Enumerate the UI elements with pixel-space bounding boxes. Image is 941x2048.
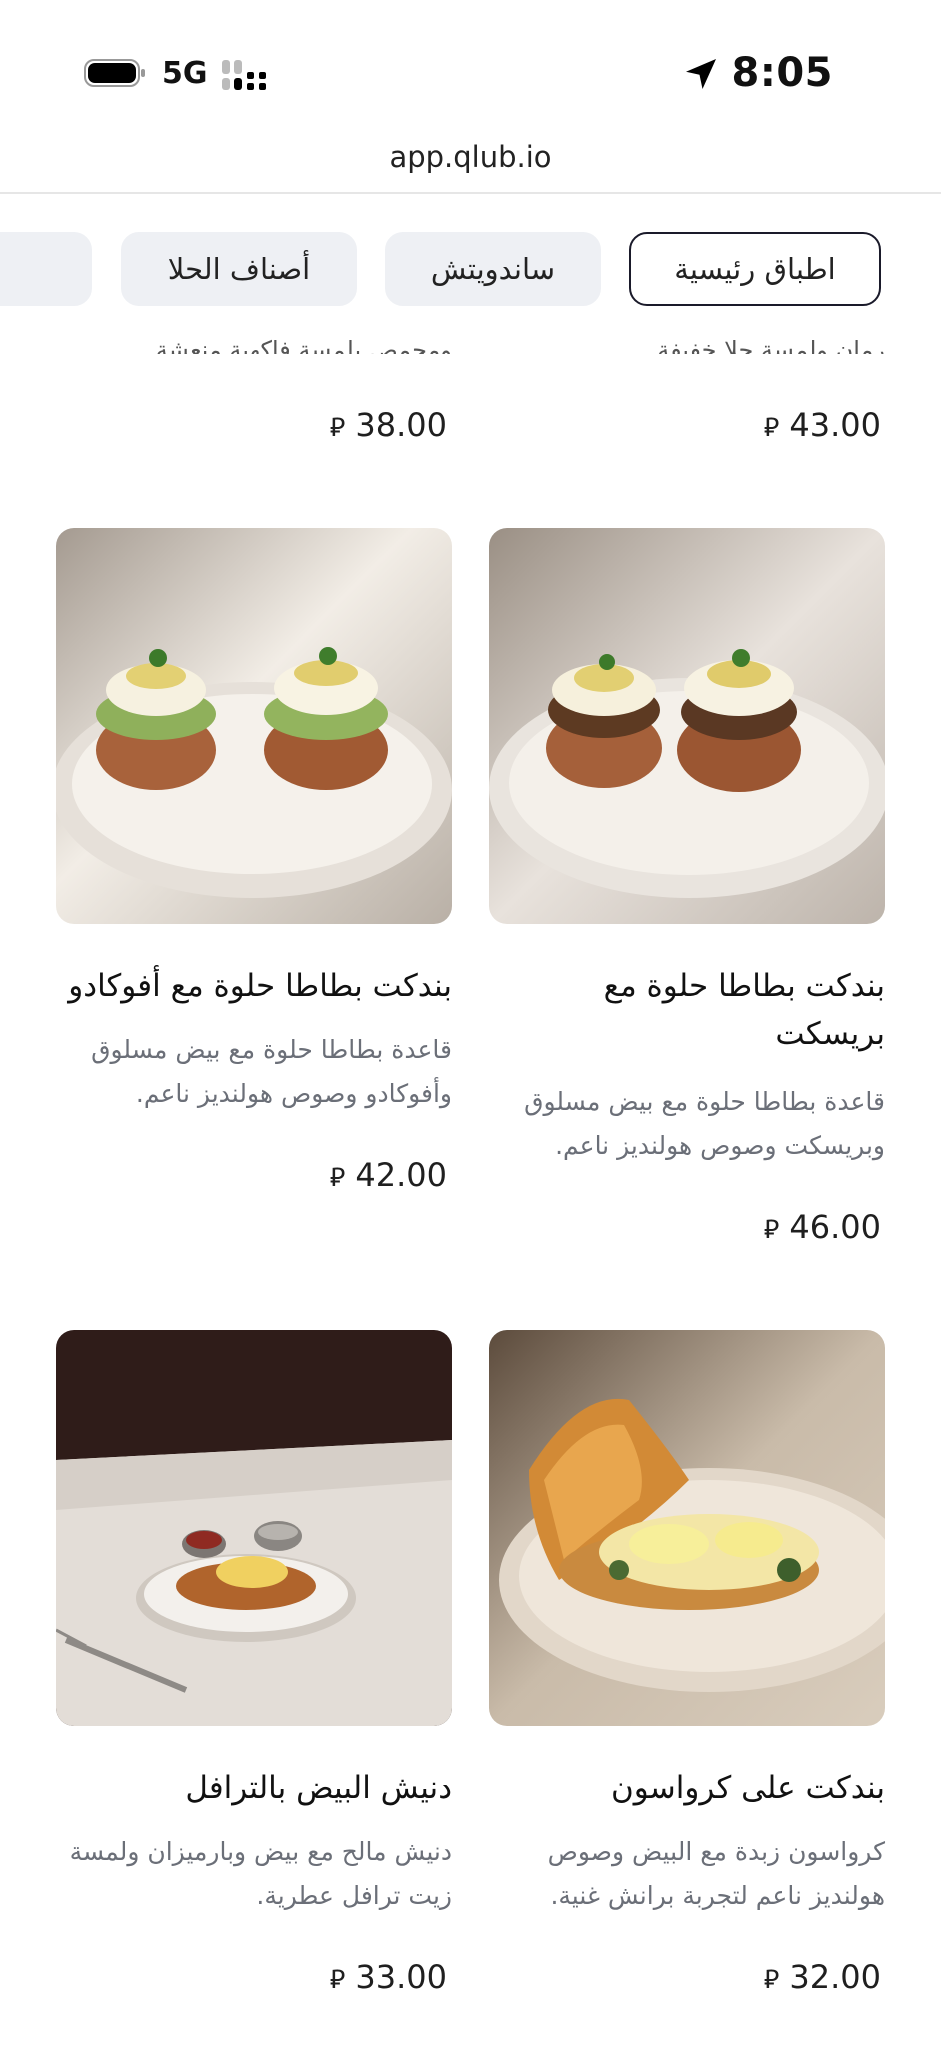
price-value: 46.00 [789, 1208, 881, 1246]
price-value: 42.00 [355, 1156, 447, 1194]
price-value: 38.00 [355, 406, 447, 444]
riyal-icon: ⃁ [763, 1965, 780, 1995]
item-description-partial: ومحمص بلمسة فاكهية منعشة. [148, 336, 452, 354]
battery-icon [84, 59, 145, 87]
riyal-icon: ⃁ [329, 413, 346, 443]
network-type: 5G [162, 56, 208, 91]
price-value: 33.00 [355, 1958, 447, 1996]
item-description: كرواسون زبدة مع البيض وصوص هولنديز ناعم … [547, 1837, 885, 1910]
tab-sandwiches[interactable]: ساندويتش [385, 232, 601, 306]
price-value: 43.00 [789, 406, 881, 444]
clock: 8:05 [731, 50, 833, 96]
item-title: بندكت بطاطا حلوة مع أفوكادو [68, 968, 452, 1004]
brisket-benedict-photo [489, 528, 885, 924]
item-title: دنيش البيض بالترافل [185, 1770, 452, 1806]
category-tabs: أصناف الحلا ساندويتش اطباق رئيسية [0, 232, 941, 308]
item-description: دنيش مالح مع بيض وبارميزان ولمسة زيت ترا… [69, 1837, 452, 1910]
tab-partial[interactable] [0, 232, 92, 306]
riyal-icon: ⃁ [763, 413, 780, 443]
item-image[interactable] [56, 1330, 452, 1726]
item-price: 32.00 ⃁ [758, 1958, 881, 1996]
item-title: بندكت على كرواسون [611, 1770, 885, 1806]
tab-desserts[interactable]: أصناف الحلا [121, 232, 357, 306]
riyal-icon: ⃁ [329, 1163, 346, 1193]
address-bar-url[interactable]: app.qlub.io [0, 140, 941, 174]
avocado-benedict-photo [56, 528, 452, 924]
item-price: 43.00 ⃁ [758, 406, 881, 444]
signal-icon [222, 60, 266, 90]
croissant-benedict-photo [489, 1330, 885, 1726]
item-price: 42.00 ⃁ [324, 1156, 447, 1194]
truffle-egg-danish-photo [56, 1330, 452, 1726]
item-price: 46.00 ⃁ [758, 1208, 881, 1246]
riyal-icon: ⃁ [763, 1215, 780, 1245]
item-image[interactable] [489, 1330, 885, 1726]
item-description: قاعدة بطاطا حلوة مع بيض مسلوق وأفوكادو و… [91, 1035, 452, 1108]
location-arrow-icon [686, 59, 716, 89]
riyal-icon: ⃁ [329, 1965, 346, 1995]
item-price: 38.00 ⃁ [324, 406, 447, 444]
status-bar: 5G 8:05 [0, 0, 941, 135]
price-value: 32.00 [789, 1958, 881, 1996]
item-description-partial: رمان ولمسة حلا خفيفة. [649, 336, 885, 354]
item-price: 33.00 ⃁ [324, 1958, 447, 1996]
tab-main-dishes[interactable]: اطباق رئيسية [629, 232, 881, 306]
item-description: قاعدة بطاطا حلوة مع بيض مسلوق وبريسكت وص… [524, 1087, 885, 1160]
item-image[interactable] [56, 528, 452, 924]
item-image[interactable] [489, 528, 885, 924]
address-bar-divider [0, 192, 941, 194]
item-title: بندكت بطاطا حلوة مع بريسكت [603, 968, 885, 1052]
